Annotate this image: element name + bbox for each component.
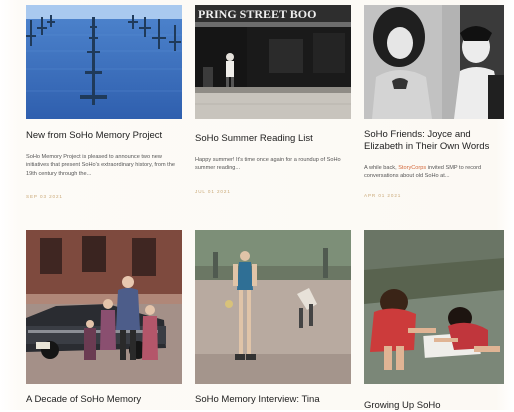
article-excerpt: A while back, StoryCorps invited SMP to … xyxy=(364,164,502,181)
article-image-kids-drawing[interactable] xyxy=(364,230,504,384)
article-image-two-women[interactable] xyxy=(364,5,504,119)
article-title[interactable]: Growing Up SoHo xyxy=(364,400,504,412)
article-image-girl-skating[interactable] xyxy=(195,230,351,384)
article-date: APR 01 2021 xyxy=(364,193,402,198)
article-date: SEP 03 2021 xyxy=(26,194,63,199)
article-title[interactable]: SoHo Memory Interview: Tina xyxy=(195,394,355,406)
article-title[interactable]: A Decade of SoHo Memory xyxy=(26,394,186,406)
blog-grid-page: New from SoHo Memory Project SoHo Memory… xyxy=(0,0,514,412)
excerpt-text-start: A while back, xyxy=(364,165,399,171)
storycorps-link[interactable]: StoryCorps xyxy=(398,165,426,171)
article-excerpt: SoHo Memory Project is pleased to announ… xyxy=(26,154,175,177)
article-title[interactable]: SoHo Summer Reading List xyxy=(195,133,355,145)
article-title[interactable]: SoHo Friends: Joyce and Elizabeth in The… xyxy=(364,129,504,153)
article-excerpt: Happy summer! It's time once again for a… xyxy=(195,157,341,172)
article-image-family-car[interactable] xyxy=(26,230,182,384)
article-image-blue-crosses[interactable] xyxy=(26,5,182,119)
article-image-bookstore-front[interactable]: PRING STREET BOO xyxy=(195,5,351,119)
article-title[interactable]: New from SoHo Memory Project xyxy=(26,130,186,142)
article-date: JUL 01 2021 xyxy=(195,189,231,194)
bookstore-sign-text: PRING STREET BOO xyxy=(198,7,316,21)
